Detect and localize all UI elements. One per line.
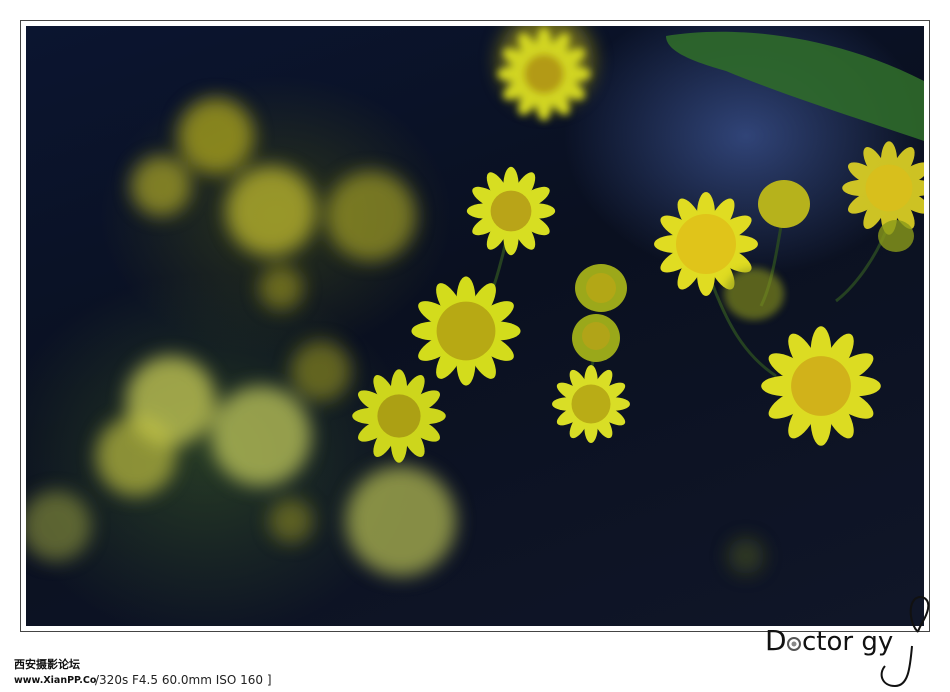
exif-caption: /320s F4.5 60.0mm ISO 160 ] (95, 673, 272, 687)
svg-text:D: D (765, 624, 787, 657)
photo-frame (20, 20, 930, 632)
svg-text:西安摄影论坛: 西安摄影论坛 (14, 657, 80, 671)
svg-text:ctor gy: ctor gy (802, 627, 893, 657)
svg-text:www.XianPP.Com: www.XianPP.Com (14, 675, 96, 686)
signature-logo: D ctor gy (765, 596, 930, 688)
flower-illustration (26, 26, 924, 576)
flower-1 (466, 166, 556, 256)
background-bokeh (26, 26, 764, 576)
flower-3 (352, 369, 446, 463)
flower-6 (761, 326, 881, 446)
leaf (666, 31, 924, 141)
site-watermark: 西安摄影论坛 www.XianPP.Com (14, 657, 96, 686)
flower-7 (842, 141, 924, 235)
flower-photo (26, 26, 924, 626)
flower-4 (552, 365, 630, 443)
flower-2 (411, 276, 521, 386)
